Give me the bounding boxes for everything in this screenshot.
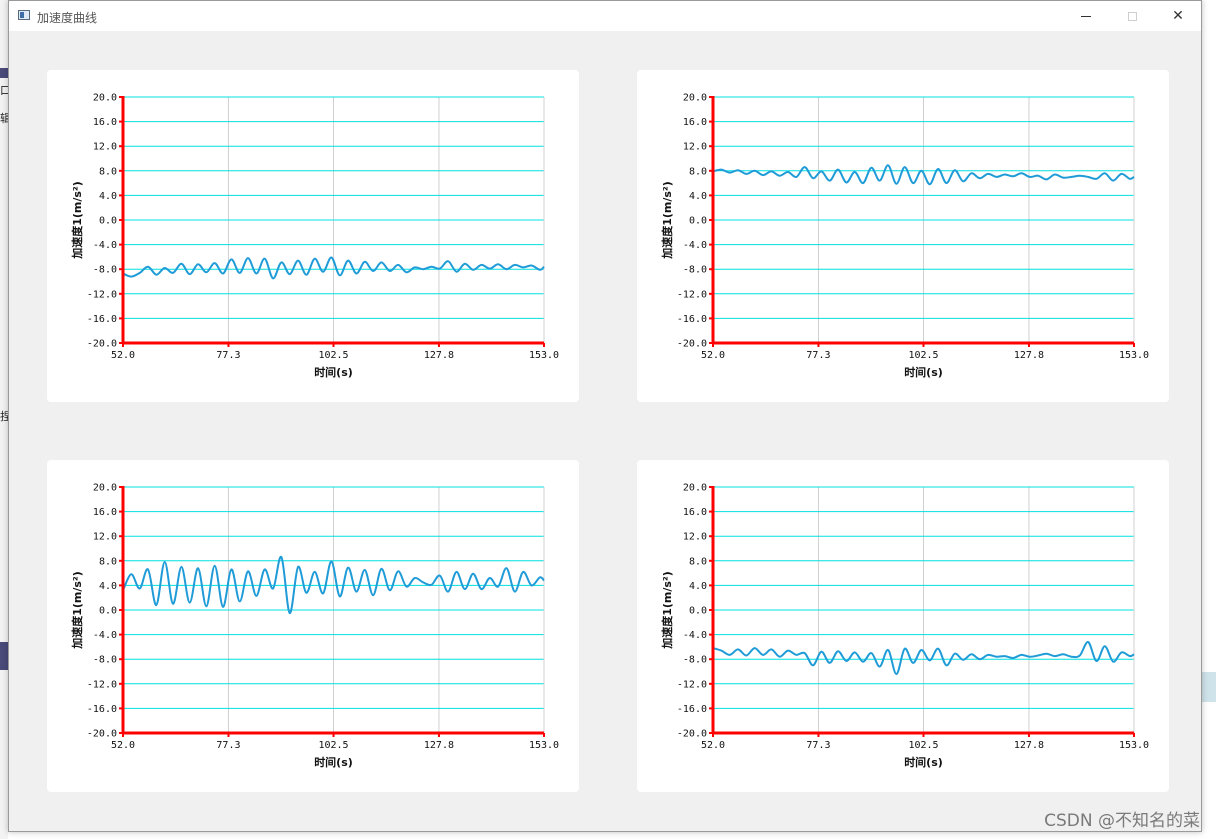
y-tick-label: -12.0 [87,289,117,300]
y-tick-label: 20.0 [683,93,707,104]
x-tick-label: 127.8 [424,740,454,751]
minimize-icon [1081,15,1091,17]
y-tick-label: 8.0 [99,166,117,177]
x-tick-label: 127.8 [1014,740,1044,751]
x-axis-title: 时间(s) [314,755,353,769]
y-tick-label: 20.0 [683,483,707,494]
chart-panel-2: 20.0 16.0 12.0 8.0 4.0 0.0 -4.0 -8.0 -12.0 -16.0 -… [637,70,1169,402]
y-tick-label: -16.0 [677,704,707,715]
y-tick-label: 12.0 [93,532,117,543]
y-tick-label: 16.0 [683,507,707,518]
chart-panel-3: 20.0 16.0 12.0 8.0 4.0 0.0 -4.0 -8.0 -12.0 -16.0 -… [47,460,579,792]
maximize-icon [1127,11,1137,21]
app-icon [18,10,30,20]
minimize-button[interactable] [1063,1,1109,31]
y-tick-label: 4.0 [99,581,117,592]
chart-panel-4: 20.0 16.0 12.0 8.0 4.0 0.0 -4.0 -8.0 -12.0 -16.0 -… [637,460,1169,792]
y-tick-label: -20.0 [87,339,117,350]
background-strip [1202,672,1216,702]
y-tick-label: -4.0 [93,240,117,251]
y-tick-label: 12.0 [683,142,707,153]
y-tick-label: 16.0 [93,507,117,518]
x-tick-label: 153.0 [529,350,559,361]
x-tick-label: 77.3 [806,740,830,751]
chart-3: 20.0 16.0 12.0 8.0 4.0 0.0 -4.0 -8.0 -12.0 -16.0 -… [70,483,559,770]
y-tick-label: -16.0 [87,704,117,715]
y-tick-label: 0.0 [99,606,117,617]
y-tick-label: -8.0 [683,265,707,276]
y-tick-label: -16.0 [677,314,707,325]
y-tick-label: -8.0 [683,655,707,666]
y-tick-label: 4.0 [689,581,707,592]
x-axis-title: 时间(s) [904,755,943,769]
y-tick-label: -20.0 [87,729,117,740]
y-tick-label: 20.0 [93,483,117,494]
y-tick-label: 8.0 [689,166,707,177]
x-tick-label: 127.8 [1014,350,1044,361]
y-tick-label: -20.0 [677,339,707,350]
chart-2: 20.0 16.0 12.0 8.0 4.0 0.0 -4.0 -8.0 -12.0 -16.0 -… [660,93,1149,380]
y-tick-label: -8.0 [93,265,117,276]
y-tick-label: -16.0 [87,314,117,325]
x-tick-label: 153.0 [529,740,559,751]
y-tick-label: 20.0 [93,93,117,104]
y-tick-label: 12.0 [93,142,117,153]
y-tick-label: 0.0 [689,606,707,617]
chart-4: 20.0 16.0 12.0 8.0 4.0 0.0 -4.0 -8.0 -12.0 -16.0 -… [660,483,1149,770]
y-tick-label: -20.0 [677,729,707,740]
maximize-button[interactable] [1109,1,1155,31]
x-axis-title: 时间(s) [314,365,353,379]
x-tick-label: 153.0 [1119,740,1149,751]
chart-1: 20.0 16.0 12.0 8.0 4.0 0.0 -4.0 -8.0 -12.0 -16.0 -… [70,93,559,380]
chart-window: 加速度曲线 ✕ 20.0 16.0 12.0 8.0 4.0 0.0 -4.0 -8.0 -12… [8,0,1202,832]
x-tick-label: 77.3 [216,740,240,751]
background-strip [0,642,8,670]
x-tick-label: 52.0 [111,350,135,361]
y-tick-label: 16.0 [683,117,707,128]
y-tick-label: 8.0 [689,556,707,567]
y-tick-label: -4.0 [683,630,707,641]
y-tick-label: -4.0 [683,240,707,251]
x-tick-label: 52.0 [701,350,725,361]
y-tick-label: -12.0 [677,679,707,690]
title-bar[interactable]: 加速度曲线 ✕ [9,1,1201,31]
y-tick-label: 8.0 [99,556,117,567]
y-axis-title: 加速度1(m/s²) [660,181,674,260]
y-axis-title: 加速度1(m/s²) [70,181,84,260]
y-tick-label: 0.0 [99,216,117,227]
y-tick-label: 12.0 [683,532,707,543]
close-button[interactable]: ✕ [1155,1,1201,31]
x-tick-label: 102.5 [318,350,348,361]
x-tick-label: 102.5 [318,740,348,751]
x-tick-label: 52.0 [701,740,725,751]
window-title: 加速度曲线 [37,11,98,25]
x-tick-label: 127.8 [424,350,454,361]
y-tick-label: 4.0 [99,191,117,202]
background-strip [0,68,8,78]
x-tick-label: 77.3 [806,350,830,361]
y-tick-label: 16.0 [93,117,117,128]
y-axis-title: 加速度1(m/s²) [70,571,84,650]
x-tick-label: 102.5 [908,350,938,361]
watermark: CSDN @不知名的菜 [1044,811,1200,831]
y-tick-label: -4.0 [93,630,117,641]
chart-panel-1: 20.0 16.0 12.0 8.0 4.0 0.0 -4.0 -8.0 -12.0 -16.0 -… [47,70,579,402]
y-tick-label: -8.0 [93,655,117,666]
x-tick-label: 102.5 [908,740,938,751]
x-tick-label: 52.0 [111,740,135,751]
y-tick-label: 0.0 [689,216,707,227]
y-axis-title: 加速度1(m/s²) [660,571,674,650]
x-tick-label: 153.0 [1119,350,1149,361]
x-axis-title: 时间(s) [904,365,943,379]
y-tick-label: -12.0 [87,679,117,690]
x-tick-label: 77.3 [216,350,240,361]
close-icon: ✕ [1172,8,1184,24]
y-tick-label: 4.0 [689,191,707,202]
y-tick-label: -12.0 [677,289,707,300]
